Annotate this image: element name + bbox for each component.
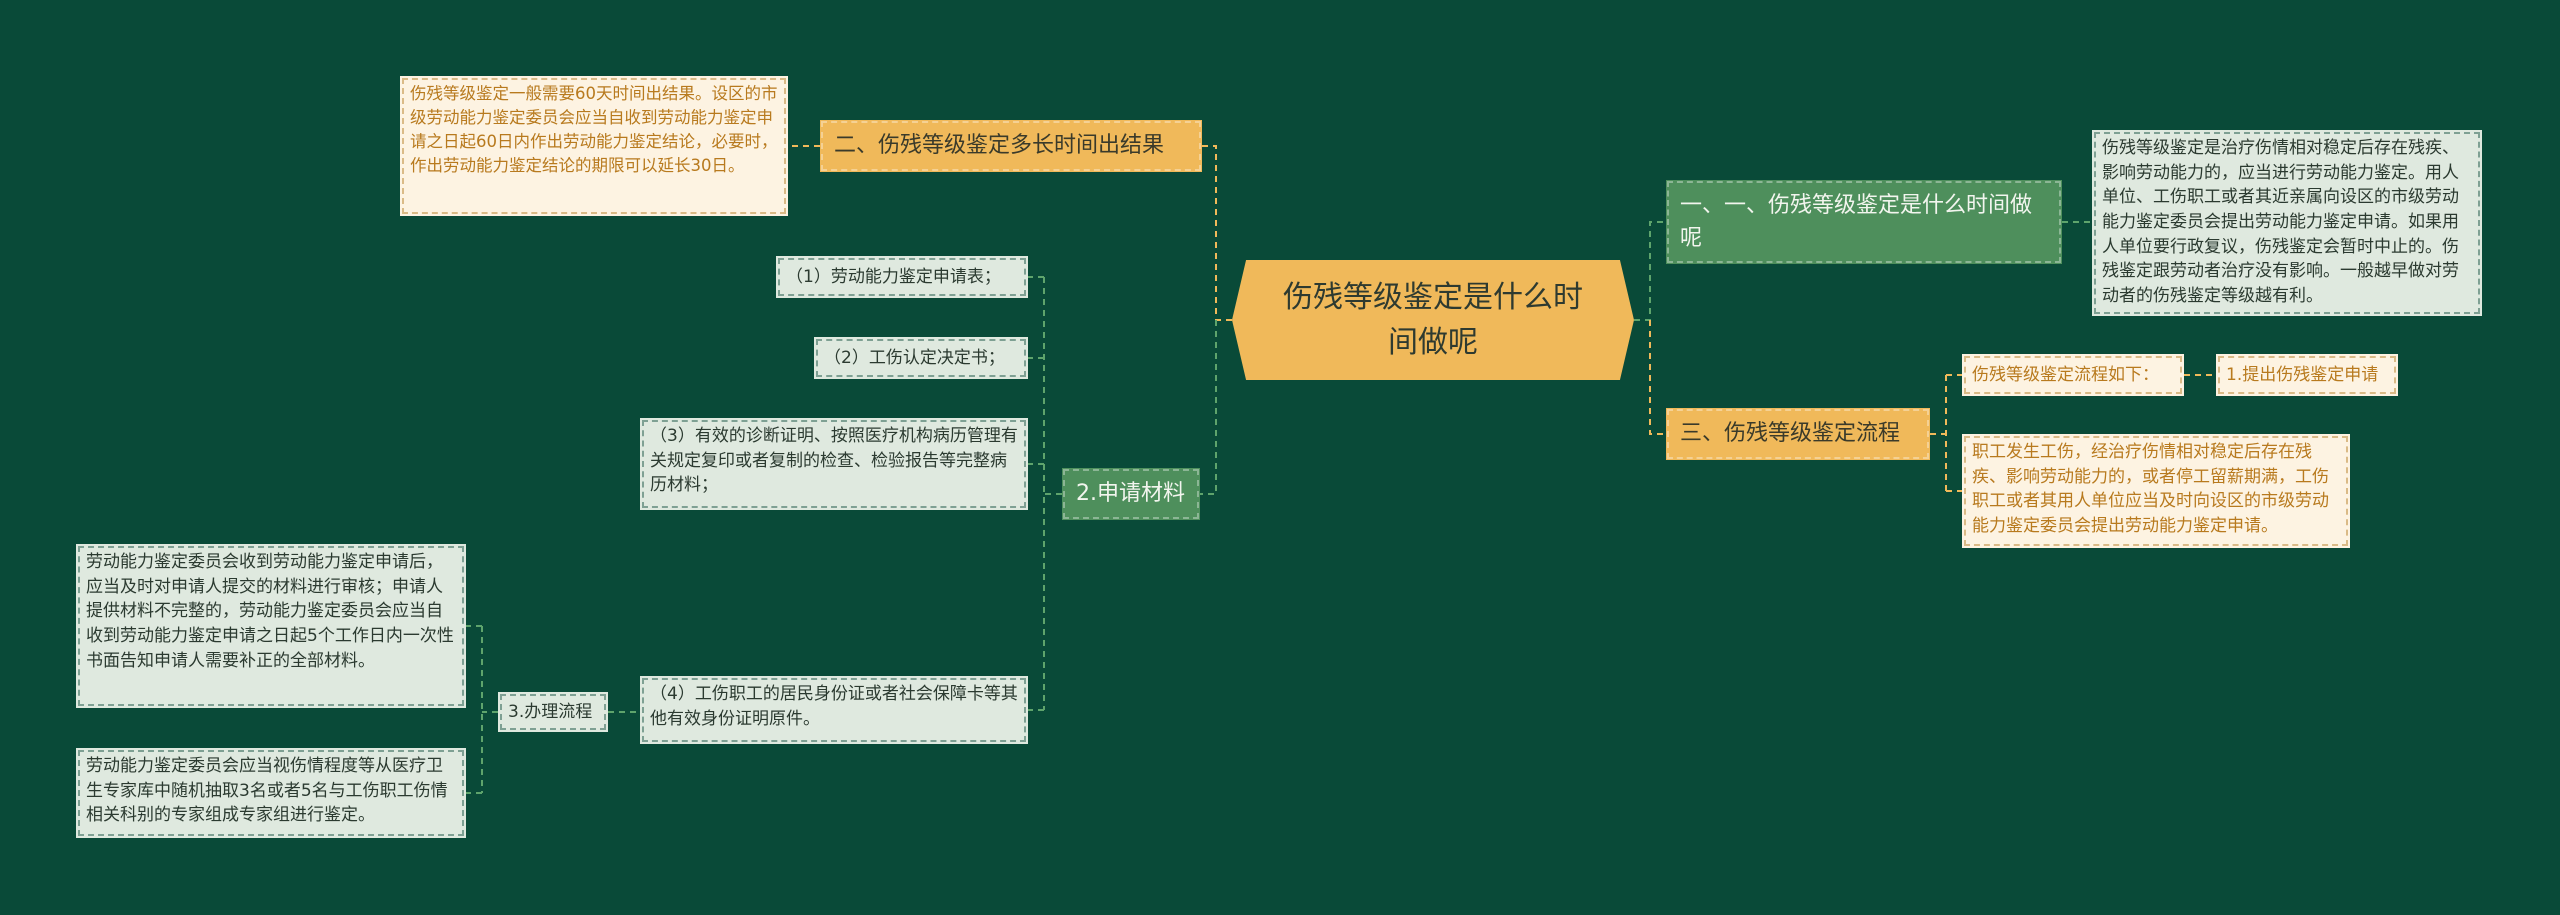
flow-intro[interactable]: 伤残等级鉴定流程如下： [1962,354,2184,396]
mindmap-canvas: 伤残等级鉴定是什么时间做呢 二、伤残等级鉴定多长时间出结果 伤残等级鉴定一般需要… [0,0,2560,915]
process-item-2[interactable]: 劳动能力鉴定委员会应当视伤情程度等从医疗卫生专家库中随机抽取3名或者5名与工伤职… [76,748,466,838]
flow-step-1[interactable]: 1.提出伤残鉴定申请 [2216,354,2398,396]
material-item-2[interactable]: （2）工伤认定决定书； [814,337,1028,379]
material-item-4[interactable]: （4）工伤职工的居民身份证或者社会保障卡等其他有效身份证明原件。 [640,676,1028,744]
material-item-3[interactable]: （3）有效的诊断证明、按照医疗机构病历管理有关规定复印或者复制的检查、检验报告等… [640,418,1028,510]
link-root-flow [1649,320,1666,435]
when-detail[interactable]: 伤残等级鉴定是治疗伤情相对稳定后存在残疾、影响劳动能力的，应当进行劳动能力鉴定。… [2092,130,2482,316]
branch-materials[interactable]: 2.申请材料 [1062,468,1200,520]
branch-when[interactable]: 一、一、伤残等级鉴定是什么时间做呢 [1666,180,2062,264]
root-topic[interactable]: 伤残等级鉴定是什么时间做呢 [1232,260,1634,380]
flow-detail[interactable]: 职工发生工伤，经治疗伤情相对稳定后存在残疾、影响劳动能力的，或者停工留薪期满，工… [1962,434,2350,548]
time-result-detail[interactable]: 伤残等级鉴定一般需要60天时间出结果。设区的市级劳动能力鉴定委员会应当自收到劳动… [400,76,788,216]
branch-flow[interactable]: 三、伤残等级鉴定流程 [1666,408,1930,460]
link-root-when [1634,221,1666,321]
branch-time-result[interactable]: 二、伤残等级鉴定多长时间出结果 [820,120,1202,172]
link-root-time-result [1202,145,1232,321]
material-item-1[interactable]: （1）劳动能力鉴定申请表； [776,256,1028,298]
branch-process[interactable]: 3.办理流程 [498,692,608,732]
process-item-1[interactable]: 劳动能力鉴定委员会收到劳动能力鉴定申请后，应当及时对申请人提交的材料进行审核；申… [76,544,466,708]
link-root-materials [1200,320,1217,495]
